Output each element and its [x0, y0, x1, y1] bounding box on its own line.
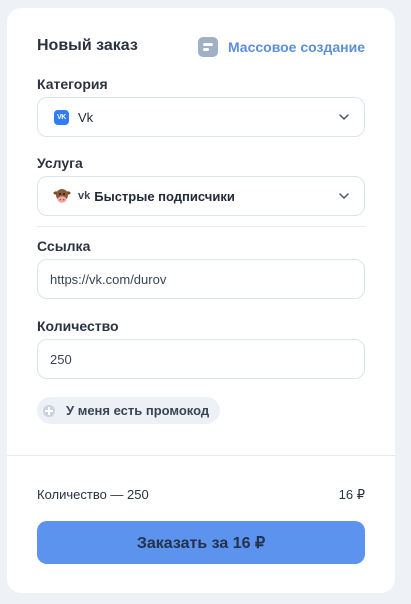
chevron-down-icon [339, 193, 349, 199]
service-prefix: vk [78, 190, 91, 202]
plus-circle-icon [43, 404, 55, 417]
cow-emoji-icon [53, 189, 71, 203]
link-input[interactable]: https://vk.com/durov [37, 259, 365, 299]
vk-logo-icon: VK [54, 109, 69, 125]
quantity-input[interactable]: 250 [37, 339, 365, 379]
footer-divider [7, 455, 395, 456]
summary-price: 16 ₽ [338, 487, 365, 502]
quantity-label: Количество [37, 318, 119, 334]
summary-quantity: Количество — 250 [37, 487, 149, 502]
order-form-card: Новый заказ Массовое создание Категория … [7, 8, 395, 593]
order-button[interactable]: Заказать за 16 ₽ [37, 521, 365, 564]
promo-code-label: У меня есть промокод [66, 403, 210, 418]
quantity-input-value: 250 [50, 351, 72, 367]
service-select[interactable]: vk Быстрые подписчики [37, 176, 365, 216]
form-title: Новый заказ [37, 37, 138, 54]
document-list-icon [197, 37, 218, 57]
category-label: Категория [37, 76, 108, 92]
section-divider [37, 226, 365, 227]
link-label: Ссылка [37, 238, 91, 254]
form-header: Новый заказ Массовое создание [37, 36, 365, 60]
mass-create-link[interactable]: Массовое создание [197, 36, 365, 58]
service-label: Услуга [37, 155, 83, 171]
category-select[interactable]: VK Vk [37, 97, 365, 137]
link-input-value: https://vk.com/durov [50, 271, 167, 287]
chevron-down-icon [339, 114, 349, 120]
mass-create-label: Массовое создание [227, 39, 365, 55]
category-value: Vk [78, 109, 94, 125]
promo-code-button[interactable]: У меня есть промокод [37, 397, 221, 424]
service-value: Быстрые подписчики [94, 188, 235, 204]
